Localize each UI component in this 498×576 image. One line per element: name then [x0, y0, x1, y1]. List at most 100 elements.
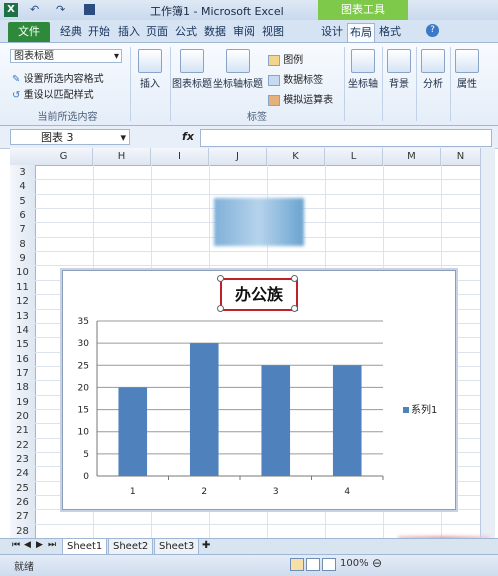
row-header[interactable]: 9 — [10, 251, 35, 266]
tab-view[interactable]: 视图 — [260, 23, 286, 41]
tab-insert[interactable]: 插入 — [116, 23, 142, 41]
properties-icon — [455, 49, 479, 73]
row-header[interactable]: 7 — [10, 222, 35, 237]
row-header[interactable]: 4 — [10, 179, 35, 194]
y-tick-label: 15 — [78, 406, 89, 416]
tab-home[interactable]: 开始 — [86, 23, 112, 41]
name-box[interactable]: 图表 3 ▾ — [10, 129, 130, 145]
axis-titles-label: 坐标轴标题 — [213, 79, 263, 90]
analysis-button[interactable]: 分析 — [418, 49, 448, 90]
row-header[interactable]: 6 — [10, 208, 35, 223]
insert-button[interactable]: 插入 — [135, 49, 165, 90]
grid-row-line — [35, 265, 480, 267]
resize-handle[interactable] — [217, 305, 224, 312]
new-sheet-icon[interactable]: ✚ — [202, 540, 210, 551]
axis-titles-icon — [226, 49, 250, 73]
row-header[interactable]: 8 — [10, 237, 35, 252]
row-header[interactable]: 27 — [10, 509, 35, 524]
tab-formulas[interactable]: 公式 — [173, 23, 199, 41]
tab-design[interactable]: 设计 — [319, 23, 345, 41]
row-header[interactable]: 16 — [10, 352, 35, 367]
tab-classic[interactable]: 经典 — [58, 23, 84, 41]
sheet-tab-sheet3[interactable]: Sheet3 — [154, 539, 200, 555]
column-header[interactable]: M — [383, 148, 441, 165]
reset-style-button[interactable]: ↺ 重设以匹配样式 — [12, 86, 94, 101]
vertical-scrollbar[interactable] — [480, 148, 495, 538]
resize-handle[interactable] — [291, 305, 298, 312]
row-header[interactable]: 26 — [10, 495, 35, 510]
row-header[interactable]: 5 — [10, 194, 35, 209]
row-header[interactable]: 21 — [10, 423, 35, 438]
help-icon[interactable]: ? — [426, 24, 439, 37]
y-tick-label: 35 — [78, 317, 89, 327]
status-bar — [0, 554, 498, 576]
sheet-tab-sheet1[interactable]: Sheet1 — [62, 539, 108, 555]
legend-button[interactable]: 图例 — [268, 51, 303, 66]
column-header[interactable]: H — [93, 148, 151, 165]
y-tick-label: 30 — [78, 339, 90, 349]
row-header[interactable]: 25 — [10, 481, 35, 496]
row-header[interactable]: 20 — [10, 409, 35, 424]
row-header[interactable]: 23 — [10, 452, 35, 467]
tab-layout[interactable]: 布局 — [347, 23, 375, 42]
insert-function-button[interactable]: fx — [178, 129, 198, 145]
format-selection-button[interactable]: ✎ 设置所选内容格式 — [12, 70, 104, 85]
properties-button[interactable]: 属性 — [452, 49, 482, 90]
chart-title-button[interactable]: 图表标题 — [172, 49, 212, 90]
data-labels-button[interactable]: 数据标签 — [268, 71, 323, 86]
row-header[interactable]: 18 — [10, 380, 35, 395]
next-sheet-icon[interactable]: ▶ — [36, 540, 43, 550]
row-header[interactable]: 28 — [10, 524, 35, 539]
zoom-out-icon[interactable]: ⊖ — [372, 556, 382, 570]
tab-file[interactable]: 文件 — [8, 22, 50, 42]
page-layout-view-icon[interactable] — [306, 558, 320, 571]
row-header[interactable]: 19 — [10, 395, 35, 410]
row-header[interactable]: 17 — [10, 366, 35, 381]
sheet-tab-sheet2[interactable]: Sheet2 — [108, 539, 154, 555]
y-tick-label: 0 — [83, 472, 89, 482]
column-header[interactable]: N — [441, 148, 481, 165]
tab-format[interactable]: 格式 — [377, 23, 403, 41]
first-sheet-icon[interactable]: ⏮ — [12, 540, 20, 550]
chart-title-box[interactable]: 办公族 — [220, 278, 298, 311]
chart-element-dropdown[interactable]: 图表标题 ▾ — [10, 49, 122, 63]
chart-title[interactable]: 办公族 — [222, 280, 296, 309]
insert-icon — [138, 49, 162, 73]
axes-button[interactable]: 坐标轴 — [346, 49, 380, 90]
redo-icon[interactable]: ↷ — [56, 3, 65, 16]
resize-handle[interactable] — [217, 275, 224, 282]
formula-input[interactable] — [200, 129, 492, 147]
column-header[interactable]: G — [35, 148, 93, 165]
column-header[interactable]: K — [267, 148, 325, 165]
page-break-view-icon[interactable] — [322, 558, 336, 571]
save-icon[interactable] — [84, 4, 95, 15]
chart-legend[interactable]: 系列1 — [403, 401, 437, 416]
row-header[interactable]: 15 — [10, 337, 35, 352]
resize-handle[interactable] — [291, 275, 298, 282]
axes-icon — [351, 49, 375, 73]
undo-icon[interactable]: ↶ — [30, 3, 39, 16]
row-header[interactable]: 12 — [10, 294, 35, 309]
background-button[interactable]: 背景 — [384, 49, 414, 90]
row-header[interactable]: 13 — [10, 309, 35, 324]
tab-page[interactable]: 页面 — [144, 23, 170, 41]
column-header[interactable]: J — [209, 148, 267, 165]
bar — [118, 387, 148, 476]
column-header[interactable]: I — [151, 148, 209, 165]
row-header[interactable]: 22 — [10, 438, 35, 453]
ribbon-divider — [450, 47, 451, 121]
tab-data[interactable]: 数据 — [202, 23, 228, 41]
row-header[interactable]: 11 — [10, 280, 35, 295]
row-header[interactable]: 10 — [10, 265, 35, 280]
column-header[interactable]: L — [325, 148, 383, 165]
row-header[interactable]: 24 — [10, 466, 35, 481]
last-sheet-icon[interactable]: ⏭ — [48, 540, 56, 550]
tab-review[interactable]: 审阅 — [231, 23, 257, 41]
row-header[interactable]: 3 — [10, 165, 35, 180]
normal-view-icon[interactable] — [290, 558, 304, 571]
prev-sheet-icon[interactable]: ◀ — [24, 540, 31, 550]
axis-titles-button[interactable]: 坐标轴标题 — [213, 49, 263, 90]
data-table-button[interactable]: 模拟运算表 — [268, 91, 333, 106]
zoom-level[interactable]: 100% — [340, 558, 369, 569]
row-header[interactable]: 14 — [10, 323, 35, 338]
